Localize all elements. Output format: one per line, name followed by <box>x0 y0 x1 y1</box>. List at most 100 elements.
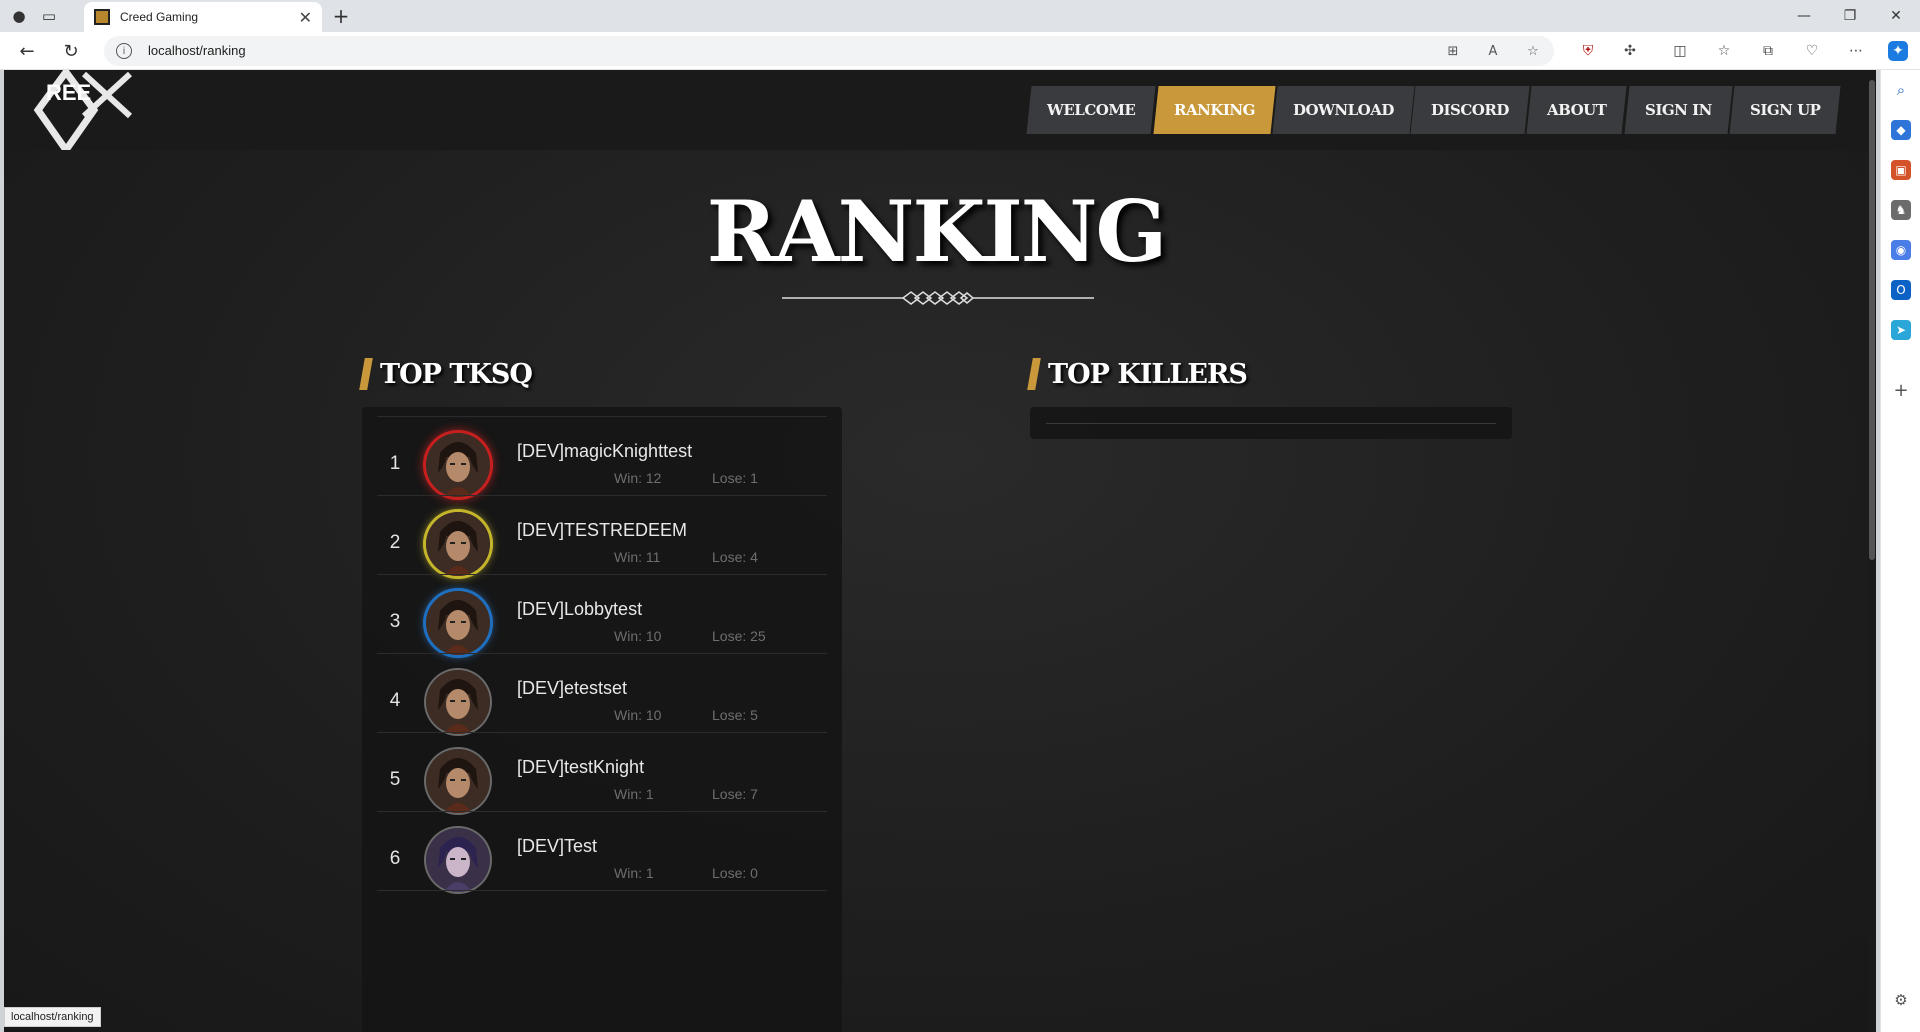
player-avatar <box>426 670 490 734</box>
lose-count: Lose: 5 <box>712 707 758 723</box>
nav-item-ranking[interactable]: RANKING <box>1153 86 1276 134</box>
win-count: Win: 1 <box>614 786 654 802</box>
scrollbar-thumb[interactable] <box>1869 80 1875 560</box>
win-count: Win: 10 <box>614 707 662 723</box>
address-toolbar: ← ↻ i localhost/ranking ⊞ A ☆ ⛨ ✣ ◫ ☆ ⧉ … <box>0 32 1920 70</box>
nav-item-label: SIGN IN <box>1644 101 1712 119</box>
page-scrollbar[interactable] <box>1868 70 1876 1032</box>
collections-icon[interactable]: ⧉ <box>1758 41 1778 61</box>
close-window-icon[interactable]: ✕ <box>1874 3 1918 29</box>
new-tab-icon[interactable]: + <box>330 4 352 28</box>
drop-icon[interactable]: ➤ <box>1891 320 1911 340</box>
section-title: TOP TKSQ <box>380 358 533 390</box>
win-count: Win: 1 <box>614 865 654 881</box>
refresh-icon[interactable]: ↻ <box>58 38 84 64</box>
player-name[interactable]: [DEV]Test <box>517 836 597 857</box>
nav-item-label: RANKING <box>1173 101 1255 119</box>
status-bar-url: localhost/ranking <box>4 1007 101 1027</box>
shopping-icon[interactable]: ◆ <box>1891 120 1911 140</box>
site-info-icon[interactable]: i <box>116 43 132 59</box>
favorite-star-icon[interactable]: ☆ <box>1524 42 1542 60</box>
outlook-icon[interactable]: O <box>1891 280 1911 300</box>
favorites-icon[interactable]: ☆ <box>1714 41 1734 61</box>
lose-count: Lose: 1 <box>712 470 758 486</box>
nav-item-download[interactable]: DOWNLOAD <box>1272 86 1414 134</box>
player-name[interactable]: [DEV]etestset <box>517 678 627 699</box>
svg-text:REE: REE <box>46 80 91 105</box>
section-title: TOP KILLERS <box>1048 358 1248 390</box>
player-avatar <box>426 828 490 892</box>
browser-tab-active[interactable]: Creed Gaming ✕ <box>84 2 322 32</box>
split-screen-icon[interactable]: ◫ <box>1670 41 1690 61</box>
nav-item-label: WELCOME <box>1047 101 1136 119</box>
rank-number: 3 <box>389 611 401 632</box>
extensions-icon[interactable]: ✣ <box>1620 41 1640 61</box>
back-icon[interactable]: ← <box>14 38 40 64</box>
player-name[interactable]: [DEV]testKnight <box>517 757 644 778</box>
tab-actions-icon[interactable]: ▭ <box>38 5 60 27</box>
section-heading-top-killers: TOP KILLERS <box>1027 358 1248 390</box>
page-viewport: REE WELCOME RANKING DOWNLOAD DISCORD ABOUT SI… <box>4 70 1876 1032</box>
microsoft365-icon[interactable]: ◉ <box>1891 240 1911 260</box>
nav-item-sign-in[interactable]: SIGN IN <box>1624 86 1733 134</box>
lose-count: Lose: 7 <box>712 786 758 802</box>
player-name[interactable]: [DEV]TESTREDEEM <box>517 520 687 541</box>
nav-item-label: DOWNLOAD <box>1292 101 1394 119</box>
app-available-icon[interactable]: ⊞ <box>1444 42 1462 60</box>
site-logo[interactable]: REE <box>24 70 134 150</box>
win-count: Win: 11 <box>614 549 661 565</box>
player-name[interactable]: [DEV]magicKnighttest <box>517 441 692 462</box>
rank-number: 1 <box>389 453 401 474</box>
tab-title: Creed Gaming <box>120 10 199 24</box>
main-nav: WELCOME RANKING DOWNLOAD DISCORD ABOUT SIGN I… <box>1026 86 1841 134</box>
nav-item-welcome[interactable]: WELCOME <box>1026 86 1157 134</box>
ranking-row[interactable] <box>377 890 827 987</box>
site-header: REE WELCOME RANKING DOWNLOAD DISCORD ABOUT SI… <box>4 70 1868 150</box>
heading-accent-bar <box>359 358 373 390</box>
performance-icon[interactable]: ♡ <box>1802 41 1822 61</box>
top-killers-panel <box>1030 407 1512 439</box>
heading-accent-bar <box>1027 358 1041 390</box>
browser-tab-strip: ● ▭ Creed Gaming ✕ + — ❐ ✕ <box>0 0 1920 32</box>
address-bar[interactable]: i localhost/ranking ⊞ A ☆ <box>104 36 1554 66</box>
rank-number: 2 <box>389 532 401 553</box>
nav-item-label: ABOUT <box>1547 101 1607 119</box>
rank-number: 4 <box>389 690 401 711</box>
player-name[interactable]: [DEV]Lobbytest <box>517 599 642 620</box>
copilot-icon[interactable]: ✦ <box>1888 41 1908 61</box>
profile-icon[interactable]: ● <box>8 5 30 27</box>
rank-number: 5 <box>389 769 401 790</box>
search-icon[interactable]: ⌕ <box>1891 80 1911 100</box>
lose-count: Lose: 0 <box>712 865 758 881</box>
url-text[interactable]: localhost/ranking <box>148 43 246 58</box>
nav-item-label: SIGN UP <box>1749 101 1820 119</box>
player-avatar <box>426 512 490 576</box>
nav-item-label: DISCORD <box>1431 101 1510 119</box>
browser-sidebar: ⌕ ◆ ▣ ♞ ◉ O ➤ + ⚙ <box>1880 70 1920 1032</box>
more-menu-icon[interactable]: ⋯ <box>1846 41 1866 61</box>
tools-icon[interactable]: ▣ <box>1891 160 1911 180</box>
ublock-icon[interactable]: ⛨ <box>1578 41 1598 61</box>
title-ornament <box>782 291 1094 305</box>
games-icon[interactable]: ♞ <box>1891 200 1911 220</box>
lose-count: Lose: 25 <box>712 628 766 644</box>
close-tab-icon[interactable]: ✕ <box>299 8 312 27</box>
nav-item-discord[interactable]: DISCORD <box>1410 86 1530 134</box>
win-count: Win: 12 <box>614 470 662 486</box>
minimize-icon[interactable]: — <box>1782 3 1826 29</box>
player-avatar <box>426 433 490 497</box>
top-tksq-panel: 1 [DEV]magicKnighttest Win: 12 Lose: 1 2 [DEV… <box>362 407 842 1032</box>
win-count: Win: 10 <box>614 628 662 644</box>
favicon <box>94 9 110 25</box>
lose-count: Lose: 4 <box>712 549 758 565</box>
player-avatar <box>426 591 490 655</box>
nav-item-sign-up[interactable]: SIGN UP <box>1729 86 1841 134</box>
player-avatar <box>426 749 490 813</box>
restore-icon[interactable]: ❐ <box>1828 3 1872 29</box>
read-aloud-icon[interactable]: A <box>1484 42 1502 60</box>
page-title: RANKING <box>706 182 1168 281</box>
settings-gear-icon[interactable]: ⚙ <box>1891 990 1911 1010</box>
add-sidebar-icon[interactable]: + <box>1891 380 1911 401</box>
rank-number: 6 <box>389 848 401 869</box>
nav-item-about[interactable]: ABOUT <box>1526 86 1628 134</box>
